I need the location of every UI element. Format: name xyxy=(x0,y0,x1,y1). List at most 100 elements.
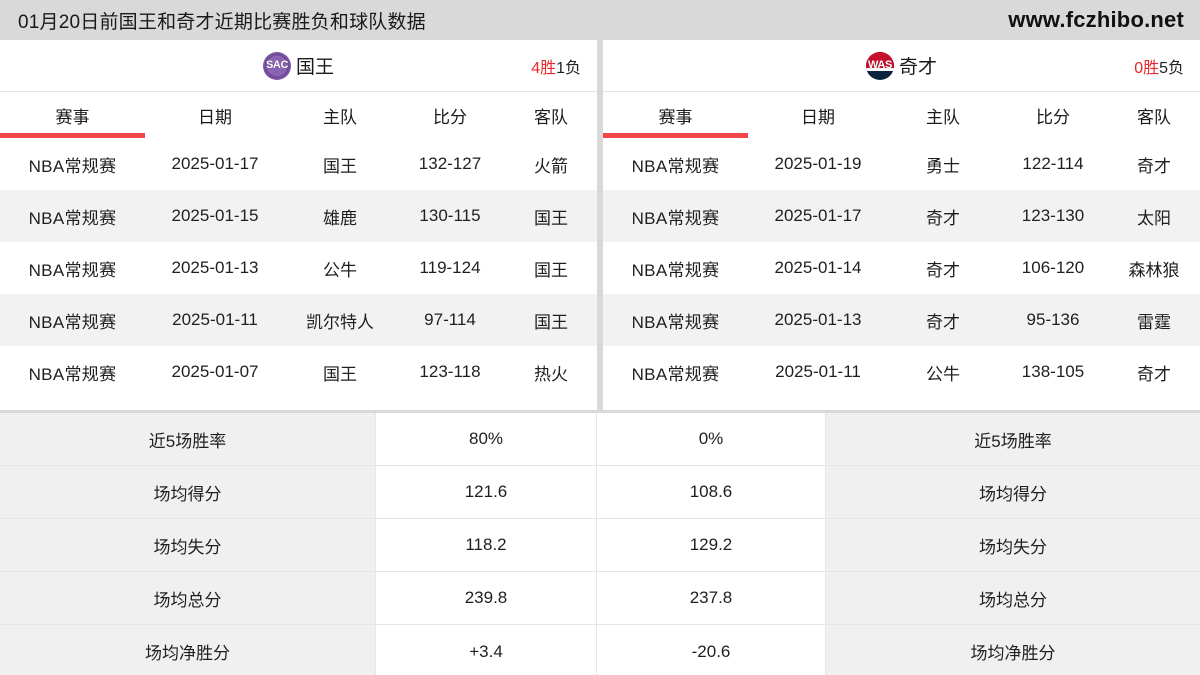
table-row[interactable]: NBA常规赛 2025-01-13 公牛 119-124 国王 xyxy=(0,242,597,294)
cell-league: NBA常规赛 xyxy=(603,138,748,190)
team-identity-left: SAC 国王 xyxy=(0,51,597,80)
cell-date: 2025-01-13 xyxy=(145,242,285,294)
cell-league: NBA常规赛 xyxy=(603,190,748,242)
cell-date: 2025-01-15 xyxy=(145,190,285,242)
stat-value-left: 118.2 xyxy=(376,519,597,571)
stat-row: 场均得分 121.6 108.6 场均得分 xyxy=(0,466,1200,519)
cell-score: 95-136 xyxy=(998,294,1108,346)
cell-score: 106-120 xyxy=(998,242,1108,294)
cell-score: 123-130 xyxy=(998,190,1108,242)
table-row[interactable]: NBA常规赛 2025-01-07 国王 123-118 热火 xyxy=(0,346,597,398)
site-watermark: www.fczhibo.net xyxy=(1008,7,1184,32)
stat-label-right: 近5场胜率 xyxy=(825,413,1200,465)
team-identity-right: WAS 奇才 xyxy=(603,51,1200,80)
sacramento-kings-logo-icon: SAC xyxy=(262,51,291,80)
column-header-date: 日期 xyxy=(145,92,285,138)
stat-label-right: 场均净胜分 xyxy=(825,625,1200,675)
stat-label-right: 场均总分 xyxy=(825,572,1200,624)
stat-row: 场均净胜分 +3.4 -20.6 场均净胜分 xyxy=(0,625,1200,675)
column-header-away: 客队 xyxy=(505,92,597,138)
cell-date: 2025-01-11 xyxy=(748,346,888,398)
cell-league: NBA常规赛 xyxy=(0,190,145,242)
table-row[interactable]: NBA常规赛 2025-01-15 雄鹿 130-115 国王 xyxy=(0,190,597,242)
cell-score: 132-127 xyxy=(395,138,505,190)
cell-date: 2025-01-17 xyxy=(748,190,888,242)
cell-home: 国王 xyxy=(285,138,395,190)
cell-score: 119-124 xyxy=(395,242,505,294)
cell-away: 太阳 xyxy=(1108,190,1200,242)
stat-value-right: -20.6 xyxy=(597,625,825,675)
column-header-date: 日期 xyxy=(748,92,888,138)
team-header-left: SAC 国王 4胜1负 xyxy=(0,40,597,92)
cell-league: NBA常规赛 xyxy=(0,294,145,346)
cell-score: 130-115 xyxy=(395,190,505,242)
title-bar: 01月20日前国王和奇才近期比赛胜负和球队数据 www.fczhibo.net xyxy=(0,0,1200,40)
cell-away: 火箭 xyxy=(505,138,597,190)
stat-row: 场均失分 118.2 129.2 场均失分 xyxy=(0,519,1200,572)
table-row[interactable]: NBA常规赛 2025-01-17 国王 132-127 火箭 xyxy=(0,138,597,190)
cell-home: 凯尔特人 xyxy=(285,294,395,346)
team-wins-right: 0胜 xyxy=(1134,59,1160,77)
column-header-league: 赛事 xyxy=(603,92,748,138)
match-table-right: 赛事 日期 主队 比分 客队 NBA常规赛 2025-01-19 勇士 122-… xyxy=(603,92,1200,398)
cell-away: 奇才 xyxy=(1108,138,1200,190)
cell-away: 国王 xyxy=(505,294,597,346)
stat-value-right: 129.2 xyxy=(597,519,825,571)
column-header-away: 客队 xyxy=(1108,92,1200,138)
cell-date: 2025-01-19 xyxy=(748,138,888,190)
cell-home: 勇士 xyxy=(888,138,998,190)
stat-label-left: 场均得分 xyxy=(0,466,376,518)
column-header-home: 主队 xyxy=(888,92,998,138)
cell-away: 奇才 xyxy=(1108,346,1200,398)
team-stats-comparison: 近5场胜率 80% 0% 近5场胜率 场均得分 121.6 108.6 场均得分… xyxy=(0,413,1200,675)
page-root: 01月20日前国王和奇才近期比赛胜负和球队数据 www.fczhibo.net … xyxy=(0,0,1200,675)
cell-score: 122-114 xyxy=(998,138,1108,190)
stat-label-left: 近5场胜率 xyxy=(0,413,376,465)
stat-value-left: 239.8 xyxy=(376,572,597,624)
cell-away: 雷霆 xyxy=(1108,294,1200,346)
cell-league: NBA常规赛 xyxy=(603,346,748,398)
cell-date: 2025-01-07 xyxy=(145,346,285,398)
stat-value-left: 121.6 xyxy=(376,466,597,518)
stat-value-right: 108.6 xyxy=(597,466,825,518)
cell-away: 国王 xyxy=(505,190,597,242)
team-header-right: WAS 奇才 0胜5负 xyxy=(603,40,1200,92)
team-record-left: 4胜1负 xyxy=(531,54,581,78)
cell-score: 97-114 xyxy=(395,294,505,346)
cell-date: 2025-01-13 xyxy=(748,294,888,346)
column-header-score: 比分 xyxy=(395,92,505,138)
washington-wizards-logo-icon: WAS xyxy=(865,51,894,80)
column-header-score: 比分 xyxy=(998,92,1108,138)
stat-label-left: 场均总分 xyxy=(0,572,376,624)
cell-away: 国王 xyxy=(505,242,597,294)
cell-league: NBA常规赛 xyxy=(0,242,145,294)
cell-home: 国王 xyxy=(285,346,395,398)
match-table-left: 赛事 日期 主队 比分 客队 NBA常规赛 2025-01-17 国王 132-… xyxy=(0,92,597,398)
cell-league: NBA常规赛 xyxy=(603,294,748,346)
stat-value-right: 237.8 xyxy=(597,572,825,624)
table-row[interactable]: NBA常规赛 2025-01-19 勇士 122-114 奇才 xyxy=(603,138,1200,190)
team-logo-text: SAC xyxy=(265,59,288,71)
table-row[interactable]: NBA常规赛 2025-01-17 奇才 123-130 太阳 xyxy=(603,190,1200,242)
cell-date: 2025-01-11 xyxy=(145,294,285,346)
cell-home: 奇才 xyxy=(888,242,998,294)
table-row[interactable]: NBA常规赛 2025-01-14 奇才 106-120 森林狼 xyxy=(603,242,1200,294)
table-row[interactable]: NBA常规赛 2025-01-13 奇才 95-136 雷霆 xyxy=(603,294,1200,346)
page-title: 01月20日前国王和奇才近期比赛胜负和球队数据 xyxy=(18,11,426,33)
stat-label-right: 场均失分 xyxy=(825,519,1200,571)
team-losses-right: 5负 xyxy=(1159,59,1184,77)
stat-label-left: 场均失分 xyxy=(0,519,376,571)
stat-value-left: +3.4 xyxy=(376,625,597,675)
column-header-league: 赛事 xyxy=(0,92,145,138)
cell-date: 2025-01-14 xyxy=(748,242,888,294)
cell-league: NBA常规赛 xyxy=(0,138,145,190)
cell-home: 雄鹿 xyxy=(285,190,395,242)
table-row[interactable]: NBA常规赛 2025-01-11 公牛 138-105 奇才 xyxy=(603,346,1200,398)
stat-row: 近5场胜率 80% 0% 近5场胜率 xyxy=(0,413,1200,466)
cell-home: 奇才 xyxy=(888,294,998,346)
team-logo-text: WAS xyxy=(868,59,892,71)
stat-row: 场均总分 239.8 237.8 场均总分 xyxy=(0,572,1200,625)
table-row[interactable]: NBA常规赛 2025-01-11 凯尔特人 97-114 国王 xyxy=(0,294,597,346)
team-name-left: 国王 xyxy=(295,57,334,78)
cell-away: 森林狼 xyxy=(1108,242,1200,294)
